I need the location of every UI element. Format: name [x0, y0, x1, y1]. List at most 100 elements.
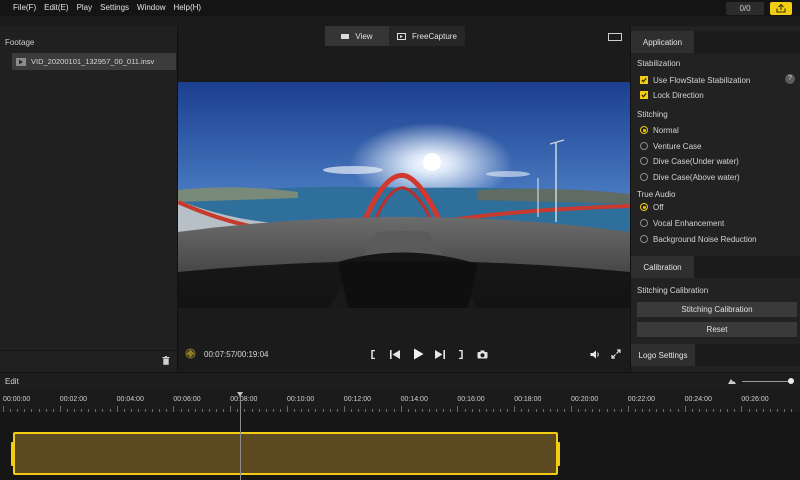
tab-view[interactable]: View [325, 26, 389, 46]
menu-bar: File(F) Edit(E) Play Settings Window Hel… [0, 0, 800, 16]
radio-unselected-icon [640, 219, 648, 227]
flowstate-checkbox[interactable]: Use FlowState Stabilization [640, 74, 750, 86]
mark-in-icon [370, 349, 375, 359]
trash-icon[interactable] [162, 356, 170, 365]
tab-strip-filler [694, 31, 800, 53]
mark-out-button[interactable] [455, 348, 465, 360]
ruler-tick-label: 00:02:00 [59, 396, 88, 403]
next-frame-icon [434, 349, 445, 359]
stitching-venture-radio[interactable]: Venture Case [640, 140, 701, 152]
tab-logo-settings[interactable]: Logo Settings [631, 344, 695, 366]
fullscreen-button[interactable] [609, 348, 623, 360]
mark-in-button[interactable] [368, 348, 378, 360]
video-file-icon [16, 57, 26, 66]
stitching-calibration-button[interactable]: Stitching Calibration [637, 302, 797, 317]
stitching-normal-label: Normal [653, 125, 679, 135]
ruler-tick-label: 00:18:00 [514, 396, 542, 403]
tab-strip-filler [695, 344, 800, 366]
radio-unselected-icon [640, 142, 648, 150]
stitching-dive-under-label: Dive Case(Under water) [653, 156, 739, 166]
timeline-header: Edit [0, 372, 800, 390]
clip-trim-end-handle[interactable] [557, 442, 560, 466]
radio-selected-icon [640, 203, 648, 211]
true-audio-heading: True Audio [637, 190, 676, 199]
radio-unselected-icon [640, 235, 648, 243]
audio-vocal-radio[interactable]: Vocal Enhancement [640, 217, 724, 229]
focus-target-icon[interactable] [185, 348, 196, 359]
zoom-out-icon[interactable] [728, 378, 736, 384]
checkbox-checked-icon [640, 76, 648, 84]
ruler-tick-label: 00:14:00 [400, 396, 428, 403]
ruler-tick-label: 00:22:00 [627, 396, 656, 403]
mark-out-icon [458, 349, 463, 359]
ruler-tick-label: 00:24:00 [684, 396, 712, 403]
view-mode-tabs: View FreeCapture [325, 26, 465, 46]
stitching-normal-radio[interactable]: Normal [640, 124, 679, 136]
ruler-tick-label: 00:26:00 [741, 396, 769, 403]
playhead-handle[interactable] [237, 392, 243, 397]
timeline-clip[interactable] [11, 432, 560, 475]
audio-off-radio[interactable]: Off [640, 201, 664, 213]
checkbox-checked-icon [640, 91, 648, 99]
zoom-slider-track[interactable] [742, 381, 792, 382]
panorama-frame [178, 82, 630, 308]
prev-frame-button[interactable] [388, 348, 402, 360]
footage-title: Footage [5, 38, 35, 47]
play-button[interactable] [411, 348, 425, 360]
stitching-dive-above-radio[interactable]: Dive Case(Above water) [640, 171, 740, 183]
tab-strip-filler [694, 256, 800, 278]
tab-calibration[interactable]: Calibration [631, 256, 694, 278]
tab-application[interactable]: Application [631, 31, 694, 53]
playback-controls: 00:07:57/00:19:04 [178, 308, 630, 372]
viewer-toolbar: View FreeCapture [178, 16, 630, 82]
video-preview[interactable] [178, 82, 630, 308]
snapshot-icon [477, 350, 487, 358]
radio-selected-icon [640, 126, 648, 134]
menu-settings[interactable]: Settings [96, 0, 133, 16]
audio-noise-label: Background Noise Reduction [653, 234, 757, 244]
export-counter: 0/0 [726, 2, 764, 15]
ruler-tick-label: 00:06:00 [173, 396, 201, 403]
lock-direction-label: Lock Direction [653, 90, 704, 100]
stitching-dive-under-radio[interactable]: Dive Case(Under water) [640, 155, 739, 167]
radio-unselected-icon [640, 173, 648, 181]
next-frame-button[interactable] [432, 348, 446, 360]
stitching-dive-above-label: Dive Case(Above water) [653, 172, 740, 182]
zoom-slider-handle[interactable] [788, 378, 794, 384]
menu-help[interactable]: Help(H) [169, 0, 205, 16]
audio-noise-radio[interactable]: Background Noise Reduction [640, 233, 757, 245]
ruler-tick-label: 00:20:00 [571, 396, 599, 403]
ruler-tick-label: 00:10:00 [287, 396, 315, 403]
radio-unselected-icon [640, 157, 648, 165]
menu-file[interactable]: File(F) [0, 0, 40, 16]
timeline-ruler[interactable]: 00:00:00 00:02:00 00:04:00 00:06:00 00:08:00… [0, 390, 800, 412]
help-icon[interactable]: ? [785, 74, 795, 84]
stitching-calibration-heading: Stitching Calibration [637, 286, 709, 295]
playback-time: 00:07:57/00:19:04 [204, 350, 269, 359]
stitching-heading: Stitching [637, 110, 668, 119]
timeline-track [0, 412, 800, 480]
snapshot-button[interactable] [475, 348, 489, 360]
menu-edit[interactable]: Edit(E) [40, 0, 72, 16]
freecapture-icon [397, 32, 406, 40]
stitching-venture-label: Venture Case [653, 141, 702, 151]
tab-freecapture[interactable]: FreeCapture [389, 26, 457, 46]
ruler-tick-label: 00:00:00 [3, 396, 31, 403]
footage-file-item[interactable]: VID_20200101_132957_00_011.insv [12, 53, 176, 70]
reset-button[interactable]: Reset [637, 322, 797, 337]
menu-window[interactable]: Window [133, 0, 169, 16]
ruler-tick-label: 00:04:00 [116, 396, 144, 403]
playhead-line[interactable] [240, 392, 241, 480]
export-icon [776, 4, 786, 13]
timeline-title: Edit [5, 377, 19, 386]
volume-button[interactable] [588, 348, 602, 360]
settings-panel: Application Stabilization Use FlowState … [630, 26, 800, 372]
clip-trim-start-handle[interactable] [11, 442, 14, 466]
ruler-tick-label: 00:16:00 [457, 396, 485, 403]
menu-play[interactable]: Play [73, 0, 97, 16]
lock-direction-checkbox[interactable]: Lock Direction [640, 89, 704, 101]
aspect-ratio-icon[interactable] [608, 33, 622, 41]
export-button[interactable] [770, 2, 792, 15]
flowstate-label: Use FlowState Stabilization [653, 75, 751, 85]
volume-icon [590, 350, 599, 358]
